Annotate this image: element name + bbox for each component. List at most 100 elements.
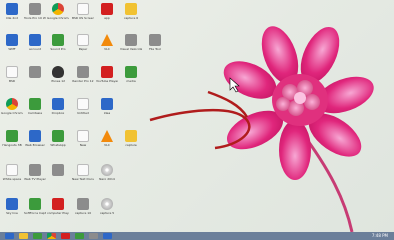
desktop-icon[interactable]: YouTube Player (96, 64, 118, 91)
desktop-icon[interactable]: New (72, 128, 94, 155)
desktop-icon-label: VLC (104, 144, 110, 147)
app-icon (101, 130, 113, 142)
desktop-icon[interactable]: Google Chrome (1, 96, 23, 123)
desktop-icon[interactable] (24, 64, 46, 91)
desktop-icon[interactable]: Untitled (72, 96, 94, 123)
desktop-icon-label: BSR (9, 80, 15, 83)
desktop-icon[interactable]: VLC (96, 128, 118, 155)
desktop-icon[interactable]: iTunes 12 (47, 64, 69, 91)
desktop-icon[interactable]: Idle 2nd (1, 1, 23, 28)
taskbar-app-icon[interactable] (33, 233, 42, 239)
desktop-icon[interactable]: capture 5 (96, 196, 118, 223)
app-icon (101, 164, 113, 176)
desktop-icon[interactable]: Google Chrome (47, 1, 69, 28)
app-icon (149, 34, 161, 46)
desktop-icon[interactable] (47, 162, 69, 189)
app-icon (77, 3, 89, 15)
desktop-icon[interactable]: BSR OS Screen (72, 1, 94, 28)
desktop-icon[interactable]: Nero 2014 (96, 162, 118, 189)
desktop-icon-label: Tools Pro 10 Window (24, 17, 46, 20)
desktop-icon-label: New Text Document (72, 178, 94, 181)
desktop-icon[interactable]: Render Pro 12 (72, 64, 94, 91)
desktop-icon-label: WMF (8, 48, 16, 51)
desktop-icon[interactable]: Sound Pro (47, 32, 69, 59)
desktop-icon[interactable]: Sky line (1, 196, 23, 223)
desktop-icon-label: VLC (104, 48, 110, 51)
app-icon (6, 130, 18, 142)
desktop-icon-label: Idea (103, 112, 111, 115)
desktop-icon-label: Nero 2014 (99, 178, 115, 181)
app-icon (77, 34, 89, 46)
app-icon (52, 66, 64, 78)
taskbar-app-icon[interactable] (47, 233, 56, 239)
desktop-icon[interactable]: app (96, 1, 118, 28)
desktop-icon[interactable]: computer Player (47, 196, 69, 223)
desktop-icon[interactable]: Dropbox (47, 96, 69, 123)
desktop-icon-label: Sky line (6, 212, 18, 215)
app-icon (6, 98, 18, 110)
desktop-icon[interactable]: Hangouts 3B (1, 128, 23, 155)
desktop-icon-label: capture (125, 144, 137, 147)
desktop-icon-label: computer Player (47, 212, 69, 215)
desktop-icon[interactable]: Visual Velocidad (120, 32, 142, 59)
app-icon (29, 130, 41, 142)
desktop-icon-label: capture 6 (123, 17, 139, 20)
desktop-icon-label: media (126, 80, 136, 83)
desktop-icon[interactable]: capture (120, 128, 142, 155)
taskbar: 7:48 PM (0, 232, 394, 240)
desktop-icon[interactable]: Camtasia (24, 96, 46, 123)
app-icon (52, 34, 64, 46)
desktop-icon[interactable]: capture 10 (72, 196, 94, 223)
taskbar-clock[interactable]: 7:48 PM (372, 233, 388, 239)
taskbar-app-icon[interactable] (89, 233, 98, 239)
desktop-icon[interactable]: BSR (1, 64, 23, 91)
desktop-icon[interactable]: Web Browser (24, 128, 46, 155)
taskbar-app-icon[interactable] (75, 233, 84, 239)
app-icon (52, 130, 64, 142)
desktop-icon-label: File Tool (149, 48, 161, 51)
desktop-icon-label: Hangouts 3B (2, 144, 22, 147)
desktop-icon-label: Paper (78, 48, 88, 51)
app-icon (29, 164, 41, 176)
desktop-icon-label: Idle 2nd (5, 17, 19, 20)
desktop-icon-label: Web Browser (25, 144, 45, 147)
app-icon (125, 66, 137, 78)
desktop-icon[interactable]: SoftForce Capture (24, 196, 46, 223)
desktop-icon-label: capture 5 (99, 212, 115, 215)
desktop-icon-label: WhatsApp (50, 144, 66, 147)
desktop-icon[interactable]: File Tool (144, 32, 166, 59)
app-icon (29, 98, 41, 110)
taskbar-app-icon[interactable] (19, 233, 28, 239)
app-icon (125, 34, 137, 46)
desktop-icon[interactable]: Tools Pro 10 Window (24, 1, 46, 28)
app-icon (52, 98, 64, 110)
desktop-icon[interactable]: Idea (96, 96, 118, 123)
desktop-icon-label: Google Chrome (1, 112, 23, 115)
app-icon (6, 66, 18, 78)
desktop-icon[interactable]: Web TV Player (24, 162, 46, 189)
desktop-icon[interactable]: Paper (72, 32, 94, 59)
desktop-icon[interactable]: media (120, 64, 142, 91)
app-icon (101, 34, 113, 46)
app-icon (125, 130, 137, 142)
app-icon (6, 164, 18, 176)
desktop-icon[interactable]: White space (1, 162, 23, 189)
desktop-icon-label: Visual Velocidad (120, 48, 142, 51)
app-icon (29, 198, 41, 210)
taskbar-app-icon[interactable] (61, 233, 70, 239)
app-icon (77, 98, 89, 110)
app-icon (52, 198, 64, 210)
taskbar-app-icon[interactable] (103, 233, 112, 239)
desktop-icon[interactable]: capture 6 (120, 1, 142, 28)
desktop-icon[interactable]: account (24, 32, 46, 59)
app-icon (6, 198, 18, 210)
desktop-icon-label: Dropbox (51, 112, 65, 115)
taskbar-app-icon[interactable] (5, 233, 14, 239)
desktop-icon[interactable]: New Text Document (72, 162, 94, 189)
desktop-icon[interactable]: VLC (96, 32, 118, 59)
desktop-icon-label: account (29, 48, 41, 51)
desktop-icon[interactable]: WhatsApp (47, 128, 69, 155)
app-icon (77, 66, 89, 78)
desktop-icon-label: YouTube Player (96, 80, 118, 83)
desktop-icon[interactable]: WMF (1, 32, 23, 59)
